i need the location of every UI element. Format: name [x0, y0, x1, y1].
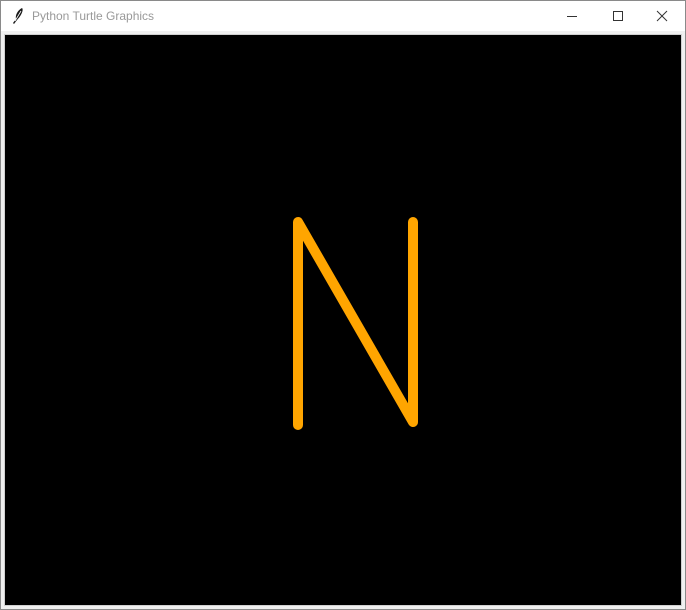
close-button[interactable]: [639, 1, 685, 31]
title-bar[interactable]: Python Turtle Graphics: [1, 1, 685, 31]
maximize-button[interactable]: [595, 1, 641, 31]
canvas-background: [5, 35, 681, 605]
minimize-button[interactable]: [549, 1, 595, 31]
turtle-canvas[interactable]: [4, 34, 682, 606]
minimize-icon: [567, 16, 577, 17]
drawing-surface: [5, 35, 681, 605]
maximize-icon: [613, 11, 623, 21]
feather-icon: [13, 8, 23, 24]
turtle-window: Python Turtle Graphics: [0, 0, 686, 610]
close-icon: [656, 10, 668, 22]
window-title: Python Turtle Graphics: [32, 9, 155, 23]
